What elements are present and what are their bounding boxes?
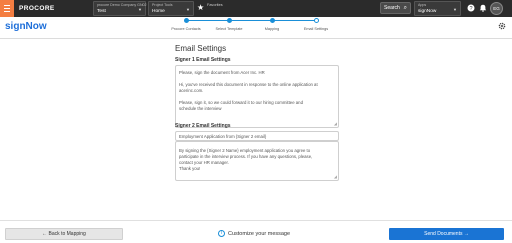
- stepper-track: [186, 20, 315, 21]
- send-documents-button[interactable]: Send Documents →: [389, 228, 504, 240]
- menu-icon-bar: [4, 11, 10, 12]
- step-dot-procore-contacts: [184, 18, 189, 23]
- email-settings-panel: Email Settings Signer 1 Email Settings P…: [174, 40, 340, 220]
- textarea-line: contact your HR manager.: [179, 160, 229, 165]
- project-tools-selector[interactable]: Project Tools Home ▼: [148, 1, 194, 16]
- subject-value: Employment Application from {Signer 2 em…: [179, 134, 267, 139]
- textarea-line: Please, sign the document from Acer Inc.…: [179, 70, 265, 75]
- chevron-down-icon: ▼: [138, 7, 142, 12]
- info-icon: i: [218, 230, 225, 237]
- footer-bar: ← Back to Mapping i Customize your messag…: [0, 220, 512, 243]
- procore-topbar: PROCORE procore Demo Company GN02 Test ▼…: [0, 0, 512, 17]
- settings-gear-icon[interactable]: [498, 22, 506, 30]
- menu-icon-bar: [4, 5, 10, 6]
- procore-logo: PROCORE: [19, 5, 55, 12]
- step-dot-mapping: [270, 18, 275, 23]
- search-button[interactable]: Search ⌕: [380, 2, 411, 14]
- user-avatar[interactable]: EG: [490, 2, 503, 15]
- help-icon[interactable]: ?: [467, 4, 475, 12]
- signer-1-message-textarea[interactable]: Please, sign the document from Acer Inc.…: [175, 65, 339, 128]
- signnow-logo: signNow: [5, 21, 47, 32]
- step-label-procore-contacts: Procore Contacts: [171, 27, 201, 31]
- resize-grip-icon[interactable]: ◢: [334, 121, 337, 126]
- signer-2-subject-input[interactable]: Employment Application from {Signer 2 em…: [175, 131, 339, 141]
- progress-stepper: Procore Contacts Select Template Mapping…: [171, 17, 350, 39]
- signer-1-heading: Signer 1 Email Settings: [175, 57, 231, 63]
- textarea-line: Hi, you've received this document in res…: [179, 82, 318, 87]
- apps-selector-label: Apps: [418, 3, 427, 7]
- resize-grip-icon[interactable]: ◢: [334, 174, 337, 179]
- signer-2-message-textarea[interactable]: By signing the {Signer 2 Name} employmen…: [175, 141, 339, 181]
- textarea-line: Please, sign it, so we could forward it …: [179, 100, 303, 105]
- search-button-label: Search: [384, 5, 400, 11]
- svg-text:?: ?: [469, 6, 472, 12]
- customize-message-link[interactable]: i Customize your message: [218, 230, 290, 237]
- step-label-select-template: Select Template: [215, 27, 243, 31]
- step-label-email-settings: Email Settings: [303, 27, 329, 31]
- project-tools-value: Home: [152, 9, 165, 14]
- step-dot-select-template: [227, 18, 232, 23]
- page-title: Email Settings: [175, 44, 227, 53]
- step-label-mapping: Mapping: [264, 27, 280, 31]
- step-dot-email-settings: [314, 18, 319, 23]
- favorites-label[interactable]: Favorites: [207, 3, 223, 7]
- chevron-down-icon: ▼: [186, 7, 190, 12]
- app-header: signNow Procore Contacts Select Template…: [0, 17, 512, 39]
- customize-message-label: Customize your message: [228, 230, 291, 237]
- apps-selector-value: signNow: [418, 9, 437, 14]
- textarea-line: acerinc.com.: [179, 88, 204, 93]
- hamburger-menu-button[interactable]: [0, 0, 14, 17]
- company-selector[interactable]: procore Demo Company GN02 Test ▼: [93, 1, 147, 16]
- company-selector-value: Test: [97, 9, 106, 14]
- menu-icon-bar: [4, 8, 10, 9]
- textarea-line: schedule the interview: [179, 106, 222, 111]
- apps-selector[interactable]: Apps signNow ▼: [414, 1, 461, 16]
- chevron-down-icon: ▼: [453, 7, 457, 12]
- signer-2-heading: Signer 2 Email Settings: [175, 123, 231, 129]
- search-icon: ⌕: [403, 5, 407, 11]
- notifications-bell-icon[interactable]: [479, 4, 487, 12]
- textarea-line: Thank you!: [179, 166, 201, 171]
- favorites-star-icon[interactable]: ★: [197, 3, 204, 12]
- project-tools-label: Project Tools: [152, 3, 173, 7]
- back-to-mapping-button[interactable]: ← Back to Mapping: [5, 228, 123, 240]
- textarea-line: By signing the {Signer 2 Name} employmen…: [179, 148, 311, 153]
- textarea-line: participate in the interview process. If…: [179, 154, 313, 159]
